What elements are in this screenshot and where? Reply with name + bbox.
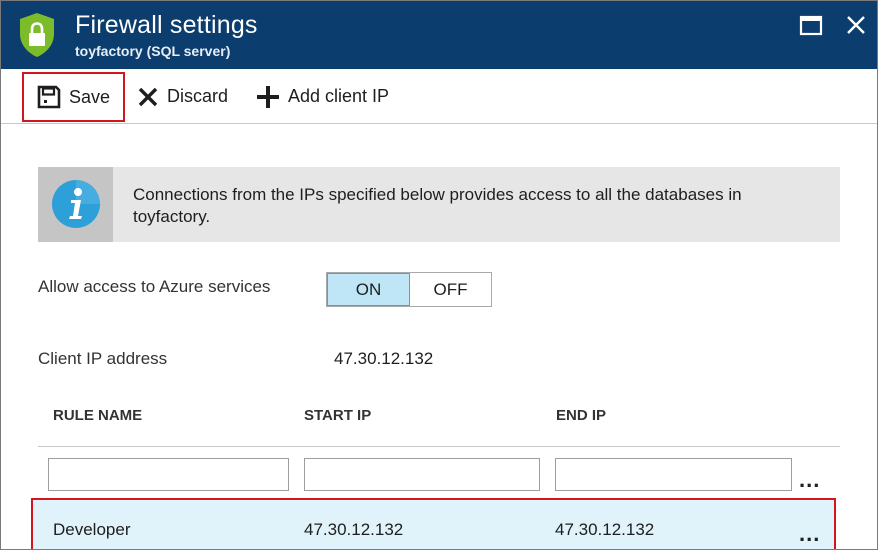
info-text: Connections from the IPs specified below…	[133, 185, 742, 226]
row-more-button[interactable]: ...	[799, 521, 820, 547]
maximize-icon[interactable]	[799, 15, 823, 37]
table-header-divider	[38, 446, 840, 447]
save-button-label: Save	[69, 86, 111, 107]
info-banner: Connections from the IPs specified below…	[38, 167, 840, 242]
info-icon	[52, 180, 100, 228]
client-ip-label: Client IP address	[38, 349, 168, 368]
firewall-settings-blade: Firewall settings toyfactory (SQL server…	[0, 0, 878, 550]
close-icon[interactable]	[844, 13, 868, 37]
save-button[interactable]: Save	[22, 72, 125, 122]
discard-button[interactable]: Discard	[137, 69, 228, 124]
toggle-off-option[interactable]: OFF	[410, 273, 491, 306]
column-header-end-ip: END IP	[556, 407, 607, 424]
new-rule-more-button[interactable]: ...	[799, 467, 820, 493]
new-rule-name-input[interactable]	[48, 458, 289, 491]
azure-access-toggle: ON OFF	[326, 272, 492, 307]
toggle-on-option[interactable]: ON	[327, 273, 410, 306]
new-rule-end-ip-input[interactable]	[555, 458, 792, 491]
add-client-ip-button[interactable]: Add client IP	[256, 69, 389, 124]
table-row[interactable]	[31, 498, 836, 549]
plus-icon	[257, 85, 279, 108]
new-rule-start-ip-input[interactable]	[304, 458, 540, 491]
page-subtitle: toyfactory (SQL server)	[75, 43, 231, 59]
discard-icon	[138, 87, 158, 106]
rule-end-ip-cell: 47.30.12.132	[555, 520, 655, 539]
rule-name-cell: Developer	[53, 520, 131, 539]
rule-start-ip-cell: 47.30.12.132	[304, 520, 404, 539]
blade-header: Firewall settings toyfactory (SQL server…	[1, 1, 877, 69]
add-client-ip-label: Add client IP	[288, 86, 390, 106]
command-bar: Save Discard Add client IP	[1, 69, 877, 124]
page-title: Firewall settings	[75, 11, 258, 39]
save-icon	[37, 85, 61, 109]
discard-button-label: Discard	[167, 86, 229, 106]
shield-lock-icon	[20, 13, 54, 57]
column-header-rule-name: RULE NAME	[53, 407, 143, 424]
azure-access-label: Allow access to Azure services	[38, 277, 271, 296]
info-icon-box	[38, 167, 113, 242]
client-ip-value: 47.30.12.132	[334, 349, 434, 368]
column-header-start-ip: START IP	[304, 407, 372, 424]
